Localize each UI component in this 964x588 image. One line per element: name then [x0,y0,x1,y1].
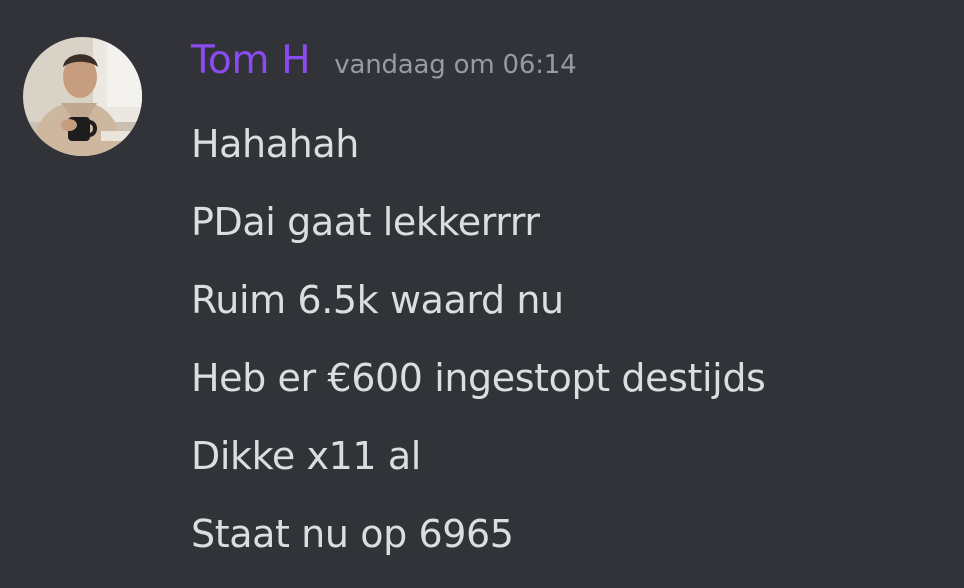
message-line: Staat nu op 6965 [191,512,514,556]
message-line: Hahahah [191,122,359,166]
message-line: PDai gaat lekkerrrr [191,200,540,244]
message-timestamp[interactable]: vandaag om 06:14 [334,50,576,80]
message-line: Heb er €600 ingestopt destijds [191,356,766,400]
message-header: Tom H vandaag om 06:14 [191,38,577,92]
avatar[interactable] [23,37,142,156]
author-name[interactable]: Tom H [191,38,311,83]
chat-message: Tom H vandaag om 06:14 Hahahah PDai gaat… [0,0,964,588]
message-line: Ruim 6.5k waard nu [191,278,564,322]
message-content: Hahahah PDai gaat lekkerrrr Ruim 6.5k wa… [191,105,766,573]
message-line: Dikke x11 al [191,434,421,478]
avatar-photo [23,37,142,156]
